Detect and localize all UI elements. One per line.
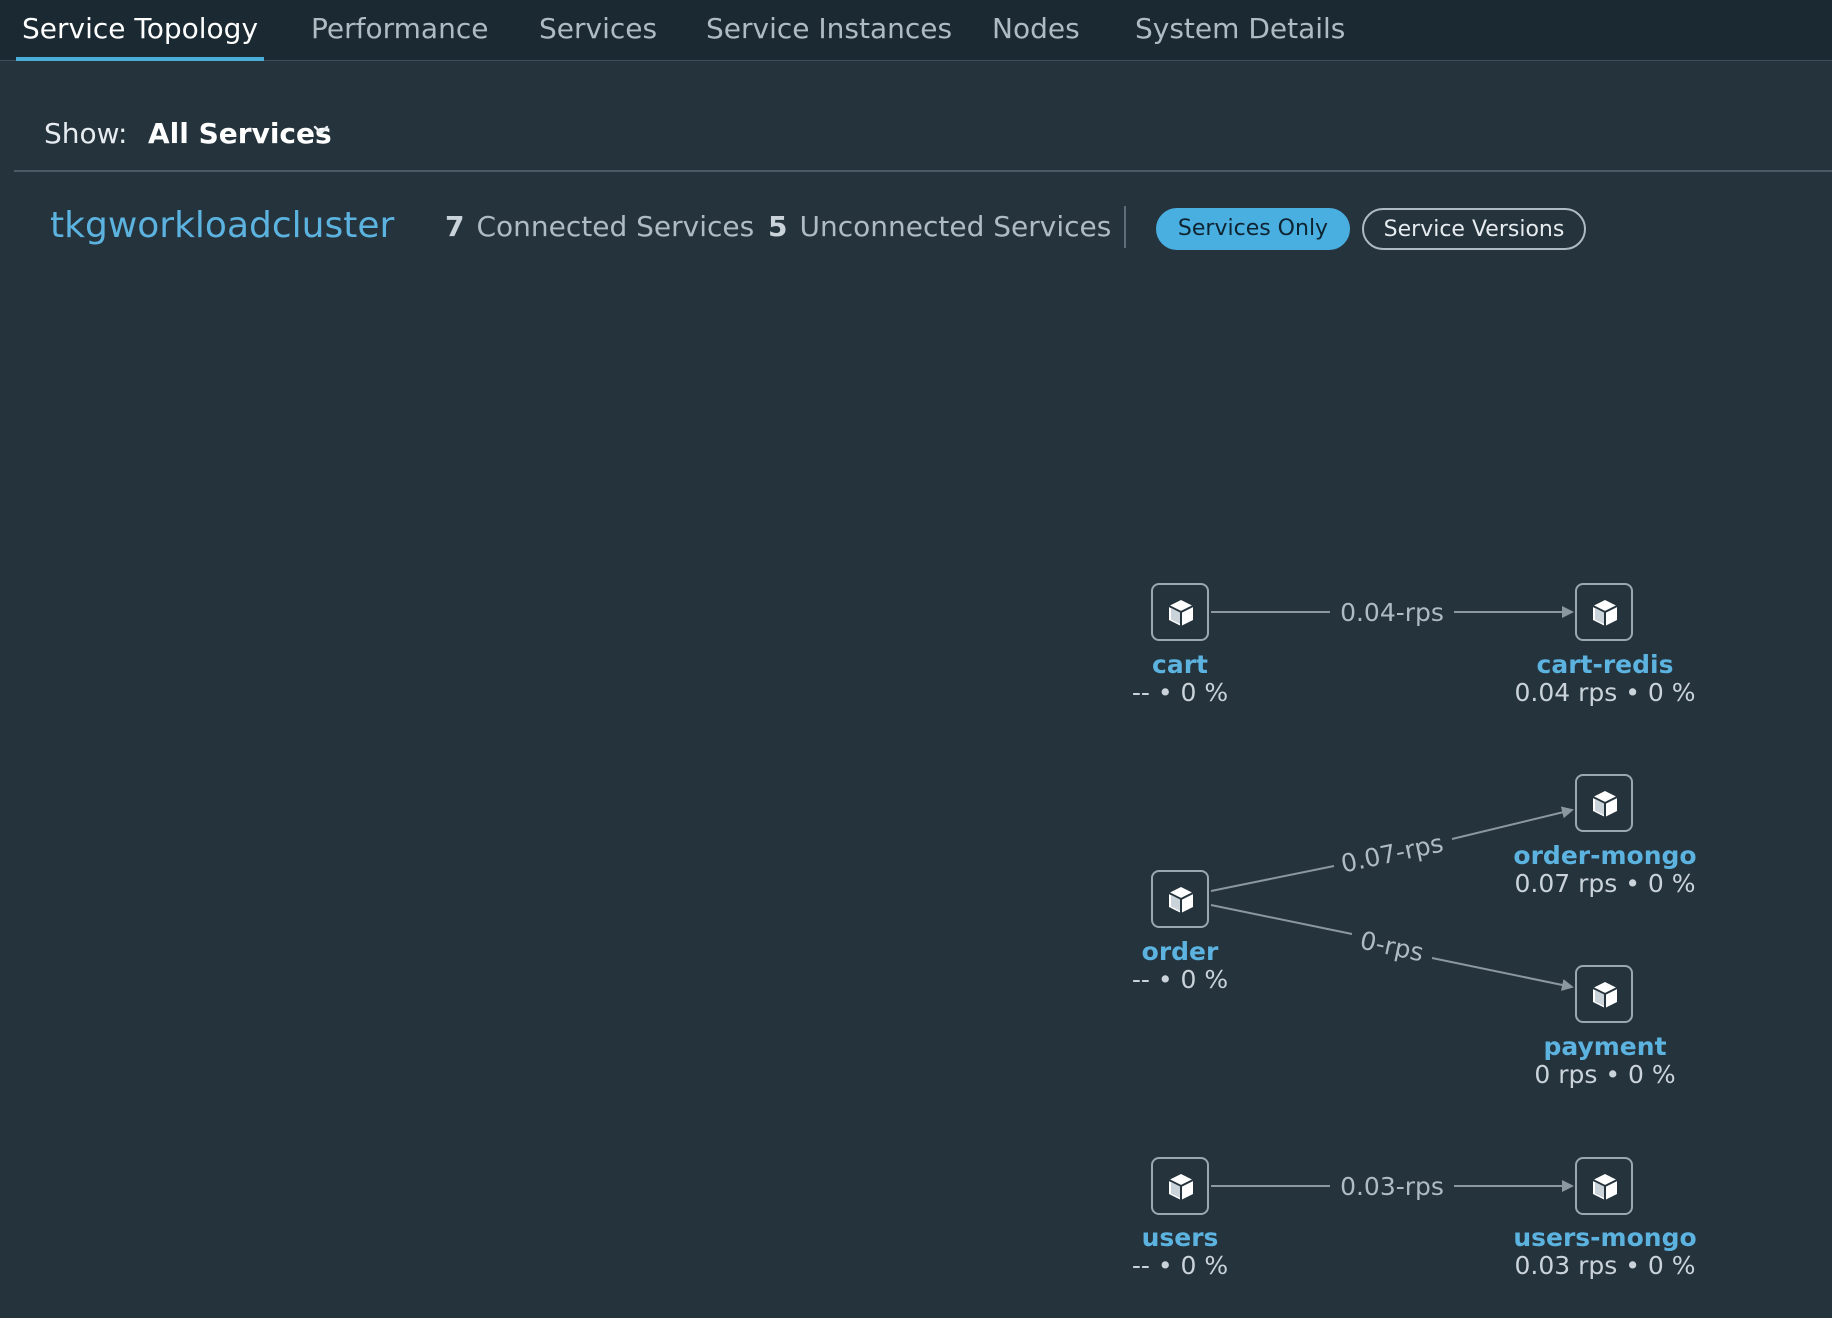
node-name-users[interactable]: users [1030, 1223, 1330, 1252]
cube-icon [1168, 887, 1194, 913]
cube-icon [1592, 1174, 1618, 1200]
node-stats-users-mongo: 0.03 rps • 0 % [1514, 1251, 1696, 1280]
node-name-users-mongo[interactable]: users-mongo [1455, 1223, 1755, 1252]
edge-order-order-mongo[interactable] [1210, 865, 1335, 892]
node-users[interactable] [1151, 1157, 1209, 1215]
node-payment[interactable] [1575, 965, 1633, 1023]
edge-order-order-mongo-arrow[interactable] [1451, 806, 1574, 840]
node-stats-order: -- • 0 % [1131, 965, 1229, 994]
node-cart[interactable] [1151, 583, 1209, 641]
node-users-mongo[interactable] [1575, 1157, 1633, 1215]
node-order-mongo[interactable] [1575, 774, 1633, 832]
node-name-order-mongo[interactable]: order-mongo [1455, 841, 1755, 870]
edge-label-users: 0.03-rps [1340, 1172, 1444, 1201]
node-order[interactable] [1151, 870, 1209, 928]
edge-order-payment-arrow[interactable] [1431, 957, 1574, 991]
cube-icon [1168, 1174, 1194, 1200]
cube-icon [1168, 600, 1194, 626]
node-name-cart-redis[interactable]: cart-redis [1455, 650, 1755, 679]
edge-label-cart: 0.04-rps [1340, 598, 1444, 627]
node-stats-cart-redis: 0.04 rps • 0 % [1514, 678, 1696, 707]
node-name-payment[interactable]: payment [1455, 1032, 1755, 1061]
node-name-cart[interactable]: cart [1030, 650, 1330, 679]
edge-order-payment[interactable] [1210, 904, 1353, 935]
node-cart-redis[interactable] [1575, 583, 1633, 641]
edge-label-payment: 0-rps [1358, 926, 1427, 968]
edge-label-order-mongo: 0.07-rps [1338, 829, 1446, 879]
cube-icon [1592, 600, 1618, 626]
cube-icon [1592, 791, 1618, 817]
cube-icon [1592, 982, 1618, 1008]
node-stats-cart: -- • 0 % [1131, 678, 1229, 707]
node-stats-payment: 0 rps • 0 % [1534, 1060, 1676, 1089]
node-stats-order-mongo: 0.07 rps • 0 % [1514, 869, 1696, 898]
node-name-order[interactable]: order [1030, 937, 1330, 966]
node-stats-users: -- • 0 % [1131, 1251, 1229, 1280]
